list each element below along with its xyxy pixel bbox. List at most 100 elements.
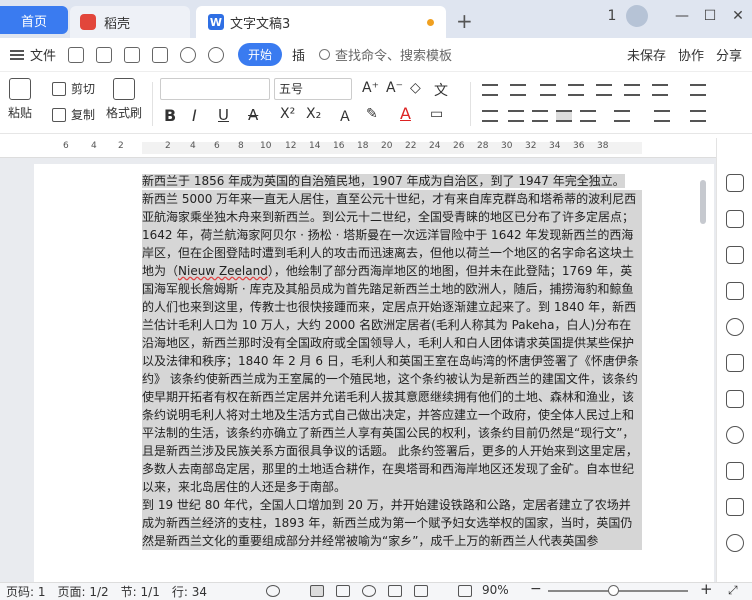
close-button[interactable]: ✕ <box>724 8 752 24</box>
align-right-icon[interactable] <box>532 110 548 122</box>
zoom-level[interactable]: 90% <box>482 583 509 597</box>
vertical-scrollbar[interactable] <box>700 180 706 224</box>
ruler-number: 6 <box>214 141 220 151</box>
save-icon[interactable] <box>68 46 85 63</box>
show-marks-icon[interactable] <box>652 84 668 96</box>
new-tab-button[interactable]: + <box>456 9 473 33</box>
font-name-select[interactable] <box>160 78 270 100</box>
unsaved-button[interactable]: 未保存 <box>627 45 666 64</box>
zoom-slider-knob[interactable] <box>608 585 619 596</box>
preview-icon[interactable] <box>152 46 169 63</box>
tab-docer-label: 稻壳 <box>104 16 131 32</box>
page-count[interactable]: 页面: 1/2 <box>58 583 109 600</box>
font-size-select[interactable]: 五号 <box>274 78 352 100</box>
chinese-layout-icon[interactable] <box>596 84 612 96</box>
subscript-button[interactable]: X₂ <box>306 106 321 122</box>
format-painter-label: 格式刷 <box>106 106 143 120</box>
eye-protection-icon[interactable] <box>266 585 280 597</box>
pen-icon[interactable] <box>726 210 744 228</box>
line-info[interactable]: 行: 34 <box>172 583 207 600</box>
align-center-icon[interactable] <box>508 110 524 122</box>
justify-icon[interactable] <box>556 110 572 122</box>
page-view-icon[interactable] <box>310 585 324 597</box>
share-panel-icon[interactable] <box>726 390 744 408</box>
decrease-indent-icon[interactable] <box>540 84 556 96</box>
line-spacing-icon[interactable] <box>614 110 630 122</box>
pinyin-icon[interactable]: 文 <box>434 80 448 100</box>
crop-icon[interactable] <box>726 462 744 480</box>
cut-button[interactable]: 剪切 <box>52 80 95 97</box>
file-menu[interactable]: 文件 <box>10 45 56 64</box>
font-color-button[interactable]: A <box>400 104 411 123</box>
zoom-out-button[interactable]: − <box>530 581 542 597</box>
bullet-list-icon[interactable] <box>482 84 498 96</box>
palette-icon[interactable] <box>726 426 744 444</box>
zoom-in-button[interactable]: + <box>700 580 713 598</box>
adjust-icon[interactable] <box>726 282 744 300</box>
clear-format-icon[interactable]: ◇ <box>410 80 421 96</box>
collab-button[interactable]: 协作 <box>678 45 704 64</box>
shading-icon[interactable] <box>654 110 670 122</box>
sort-icon[interactable] <box>624 84 640 96</box>
web-view-icon[interactable] <box>362 585 376 597</box>
border-icon[interactable] <box>690 110 706 122</box>
more-icon[interactable] <box>726 534 744 552</box>
document-body[interactable]: 新西兰于 1856 年成为英国的自治殖民地，1907 年成为自治区，到了 194… <box>142 172 642 550</box>
numbered-list-icon[interactable] <box>510 84 526 96</box>
horizontal-ruler[interactable]: 6 4 2 2 4 6 8 10 12 14 16 18 20 22 24 26… <box>0 138 716 158</box>
export-icon[interactable] <box>96 46 113 63</box>
minimize-button[interactable]: — <box>668 8 696 24</box>
tab-document[interactable]: W 文字文稿3 <box>196 6 446 38</box>
char-border-icon[interactable]: ▭ <box>430 106 443 122</box>
paragraph-2-part-b[interactable]: ），他绘制了部分西海岸地区的地图，但并未在此登陆；1769 年，英国海军舰长詹姆… <box>142 264 639 494</box>
rocket-icon[interactable] <box>726 174 744 192</box>
paragraph-1[interactable]: 新西兰于 1856 年成为英国的自治殖民地，1907 年成为自治区，到了 194… <box>142 174 625 188</box>
grow-font-icon[interactable]: A⁺ <box>362 80 379 96</box>
strikethrough-button[interactable]: A <box>248 106 258 124</box>
ribbon-toolbar: 粘贴 剪切 复制 格式刷 五号 A⁺ A⁻ ◇ 文 B I U A X² X₂ … <box>0 72 752 134</box>
underline-button[interactable]: U <box>218 106 229 124</box>
copy-button[interactable]: 复制 <box>52 106 95 123</box>
spellcheck-word[interactable]: Nieuw Zeeland <box>178 264 268 278</box>
highlight-icon[interactable]: ✎ <box>366 106 378 122</box>
fit-page-icon[interactable] <box>458 585 472 597</box>
menu-icon <box>10 49 24 60</box>
ruler-number: 12 <box>285 141 297 151</box>
document-canvas[interactable]: 新西兰于 1856 年成为英国的自治殖民地，1907 年成为自治区，到了 194… <box>0 158 716 582</box>
cursor-select-icon[interactable] <box>726 246 744 264</box>
page-number[interactable]: 页码: 1 <box>6 583 46 600</box>
table-border-icon[interactable] <box>690 84 706 96</box>
print-icon[interactable] <box>124 46 141 63</box>
align-left-icon[interactable] <box>482 110 498 122</box>
bold-button[interactable]: B <box>164 106 176 125</box>
share-button[interactable]: 分享 <box>716 45 742 64</box>
window-count-icon[interactable]: 1 <box>598 8 626 24</box>
avatar[interactable] <box>626 5 648 27</box>
italic-button[interactable]: I <box>192 106 197 125</box>
tab-insert[interactable]: 插 <box>292 45 305 64</box>
distribute-icon[interactable] <box>580 110 596 122</box>
undo-icon[interactable] <box>180 46 197 63</box>
outline-view-icon[interactable] <box>336 585 350 597</box>
tab-home[interactable]: 首页 <box>0 6 68 34</box>
read-mode-icon[interactable] <box>414 585 428 597</box>
write-mode-icon[interactable] <box>388 585 402 597</box>
paragraph-3[interactable]: 到 19 世纪 80 年代，全国人口增加到 20 万，并开始建设铁路和公路，定居… <box>142 498 632 548</box>
fullscreen-icon[interactable]: ⤢ <box>728 583 738 598</box>
text-effect-icon[interactable]: Ａ <box>338 106 352 126</box>
increase-indent-icon[interactable] <box>568 84 584 96</box>
superscript-button[interactable]: X² <box>280 106 295 122</box>
shapes-icon[interactable] <box>726 354 744 372</box>
shrink-font-icon[interactable]: A⁻ <box>386 80 403 96</box>
format-painter-button[interactable]: 格式刷 <box>106 78 142 121</box>
section-info[interactable]: 节: 1/1 <box>121 583 160 600</box>
tab-docer[interactable]: 稻壳 <box>70 6 190 38</box>
help-icon[interactable] <box>726 318 744 336</box>
command-search[interactable]: 查找命令、搜索模板 <box>319 45 452 64</box>
document-page[interactable]: 新西兰于 1856 年成为英国的自治殖民地，1907 年成为自治区，到了 194… <box>34 164 714 582</box>
maximize-button[interactable]: ☐ <box>696 8 724 24</box>
redo-icon[interactable] <box>208 46 225 63</box>
paste-button[interactable]: 粘贴 <box>8 78 32 121</box>
ai-icon[interactable] <box>726 498 744 516</box>
tab-start[interactable]: 开始 <box>238 43 283 66</box>
